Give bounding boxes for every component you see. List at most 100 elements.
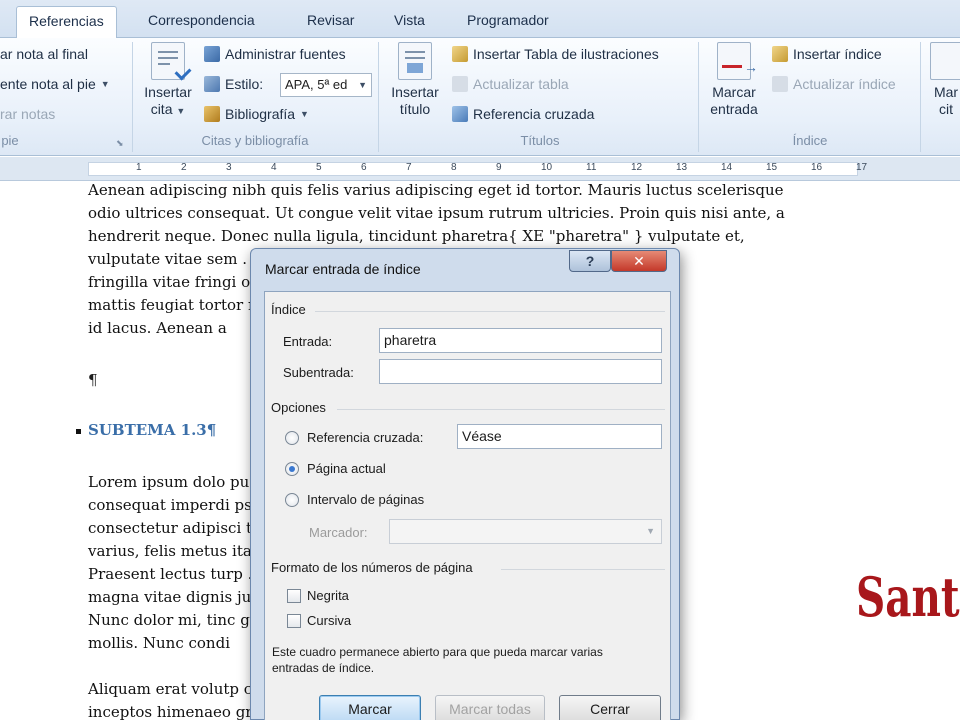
bold-checkbox[interactable]: [287, 589, 301, 603]
cross-reference-icon: [452, 106, 468, 122]
insert-caption-button[interactable]: Insertar título: [384, 42, 446, 118]
update-table-icon: [452, 76, 468, 92]
entry-label: Entrada:: [283, 334, 333, 349]
ruler-number: 3: [226, 162, 232, 173]
watermark-logo: Santo: [856, 565, 960, 629]
mark-all-button[interactable]: Marcar todas: [435, 695, 545, 720]
style-label: Estilo:: [225, 76, 264, 92]
mark-button[interactable]: Marcar: [319, 695, 421, 720]
index-section-label: Índice: [271, 302, 306, 317]
captions-group-label: Títulos: [520, 133, 560, 148]
tab-vista[interactable]: Vista: [394, 6, 425, 38]
bibliography-button[interactable]: Bibliografía ▼: [204, 106, 309, 122]
heading-bullet: [76, 429, 81, 434]
subheading: SUBTEMA 1.3¶: [88, 421, 217, 439]
tab-correspondencia[interactable]: Correspondencia: [148, 6, 255, 38]
manage-sources-button[interactable]: Administrar fuentes: [204, 46, 346, 62]
document-line: odio ultrices consequat. Ut congue velit…: [88, 204, 785, 222]
ruler-number: 4: [271, 162, 277, 173]
ruler-number: 11: [586, 162, 597, 173]
current-page-radio[interactable]: [285, 462, 299, 476]
update-index-label: Actualizar índice: [793, 76, 896, 92]
update-index-button[interactable]: Actualizar índice: [772, 76, 896, 92]
cross-reference-input[interactable]: Véase: [457, 424, 662, 449]
italic-checkbox[interactable]: [287, 614, 301, 628]
ruler-number: 2: [181, 162, 187, 173]
chevron-down-icon: ▼: [176, 106, 186, 116]
footnotes-group-label: pie: [1, 133, 19, 148]
table-of-figures-icon: [452, 46, 468, 62]
close-window-button[interactable]: ✕: [611, 250, 667, 272]
ruler-number: 16: [811, 162, 823, 173]
manage-sources-label: Administrar fuentes: [225, 46, 346, 62]
mark-entry-icon: →: [717, 42, 758, 80]
horizontal-ruler[interactable]: 1 2 3 4 5 6 7 8 9 10 11 12 13 14 15 16 17: [0, 157, 960, 181]
ruler-number: 6: [361, 162, 367, 173]
close-button[interactable]: Cerrar: [559, 695, 661, 720]
footnotes-dialog-launcher-icon[interactable]: ⬊: [116, 138, 124, 149]
ruler-number: 1: [136, 162, 142, 173]
insert-table-of-figures-button[interactable]: Insertar Tabla de ilustraciones: [452, 46, 659, 62]
cross-reference-radio[interactable]: [285, 431, 299, 445]
caption-icon: [398, 42, 432, 80]
tab-revisar[interactable]: Revisar: [307, 6, 354, 38]
page-range-radio[interactable]: [285, 493, 299, 507]
bookmark-select[interactable]: ▼: [389, 519, 662, 544]
mark-citation-icon: [930, 42, 960, 80]
ruler-number: 9: [496, 162, 502, 173]
mark-citation-label: Mar cit: [933, 84, 959, 117]
insert-citation-button[interactable]: Insertar cita ▼: [138, 42, 198, 120]
insert-index-label: Insertar índice: [793, 46, 882, 62]
next-footnote-button[interactable]: ente nota al pie ▼: [0, 76, 110, 92]
subentry-input[interactable]: [379, 359, 662, 384]
ruler-number: 8: [451, 162, 457, 173]
ruler-number: 12: [631, 162, 643, 173]
empty-paragraph-mark: ¶: [88, 371, 98, 389]
citation-icon: [151, 42, 192, 81]
show-notes-label: rar notas: [0, 106, 56, 122]
ruler-number: 14: [721, 162, 733, 173]
ruler-number: 5: [316, 162, 322, 173]
mark-citation-button[interactable]: Mar cit: [926, 42, 960, 118]
citations-group-label: Citas y bibliografía: [201, 133, 309, 148]
dialog-title: Marcar entrada de índice: [265, 261, 421, 277]
update-table-button[interactable]: Actualizar tabla: [452, 76, 569, 92]
entry-input[interactable]: pharetra: [379, 328, 662, 353]
chevron-down-icon: ▼: [300, 109, 309, 119]
insert-index-button[interactable]: Insertar índice: [772, 46, 882, 62]
subentry-label: Subentrada:: [283, 365, 354, 380]
tab-referencias[interactable]: Referencias: [16, 6, 117, 39]
bookmark-label: Marcador:: [309, 525, 368, 540]
ruler-number: 17: [856, 162, 868, 173]
page-range-label: Intervalo de páginas: [307, 492, 425, 507]
citation-style-value: APA, 5ª ed: [285, 77, 348, 92]
cross-reference-button[interactable]: Referencia cruzada: [452, 106, 594, 122]
page-format-section-label: Formato de los números de página: [271, 560, 473, 575]
style-icon: [204, 76, 220, 92]
bibliography-label: Bibliografía: [225, 106, 296, 122]
document-line: Aenean adipiscing nibh quis felis varius…: [88, 181, 784, 199]
cross-reference-value: Véase: [462, 428, 502, 444]
mark-index-entry-dialog: Marcar entrada de índice ? ✕ Índice Entr…: [250, 248, 680, 720]
close-icon: ✕: [633, 253, 645, 269]
options-section-label: Opciones: [271, 400, 326, 415]
cross-reference-option-label: Referencia cruzada:: [307, 430, 424, 445]
insert-endnote-button[interactable]: ar nota al final: [0, 46, 88, 62]
insert-table-of-figures-label: Insertar Tabla de ilustraciones: [473, 46, 659, 62]
tab-programador[interactable]: Programador: [467, 6, 549, 38]
help-button[interactable]: ?: [569, 250, 611, 272]
mark-entry-button[interactable]: → Marcar entrada: [704, 42, 764, 118]
show-notes-button[interactable]: rar notas: [0, 106, 55, 122]
group-separator: [378, 42, 379, 152]
group-separator: [920, 42, 921, 152]
chevron-down-icon: ▼: [100, 79, 110, 89]
style-label-group: Estilo:: [204, 76, 263, 92]
chevron-down-icon: ▼: [646, 526, 655, 536]
citation-style-select[interactable]: APA, 5ª ed ▼: [280, 73, 372, 97]
document-line: mollis. Nunc condi: [88, 634, 230, 652]
next-footnote-label: ente nota al pie: [0, 76, 96, 92]
entry-value: pharetra: [384, 332, 437, 348]
insert-endnote-label: ar nota al final: [0, 46, 88, 62]
ruler-number: 7: [406, 162, 412, 173]
ribbon: ar nota al final ente nota al pie ▼ rar …: [0, 38, 960, 156]
